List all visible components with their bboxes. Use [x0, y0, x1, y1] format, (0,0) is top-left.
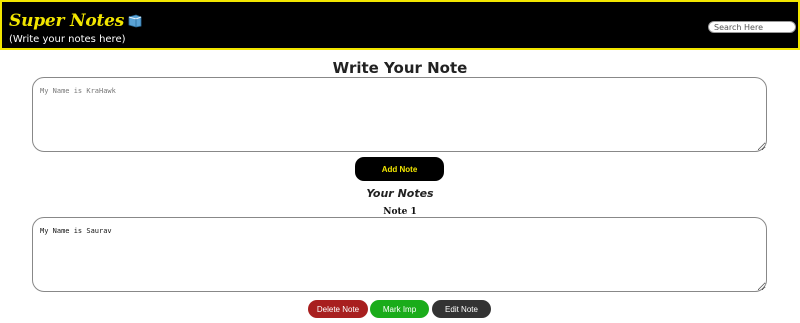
brand-title: Super Notes — [9, 10, 125, 31]
top-header: Super Notes (Write your notes here) — [0, 0, 800, 50]
notes-heading: Your Notes — [366, 187, 434, 200]
note-input[interactable] — [32, 77, 767, 152]
add-note-button[interactable]: Add Note — [355, 157, 444, 181]
mark-important-button[interactable]: Mark Imp — [370, 300, 429, 318]
note-title: Note 1 — [383, 207, 417, 217]
book-icon — [127, 14, 143, 28]
search-input[interactable] — [708, 21, 796, 33]
page-title: Write Your Note — [332, 59, 468, 77]
delete-note-button[interactable]: Delete Note — [308, 300, 368, 318]
brand: Super Notes — [9, 10, 143, 32]
header-subtitle: (Write your notes here) — [9, 34, 126, 45]
edit-note-button[interactable]: Edit Note — [432, 300, 491, 318]
note-text-area[interactable]: My Name is Saurav — [32, 217, 767, 292]
